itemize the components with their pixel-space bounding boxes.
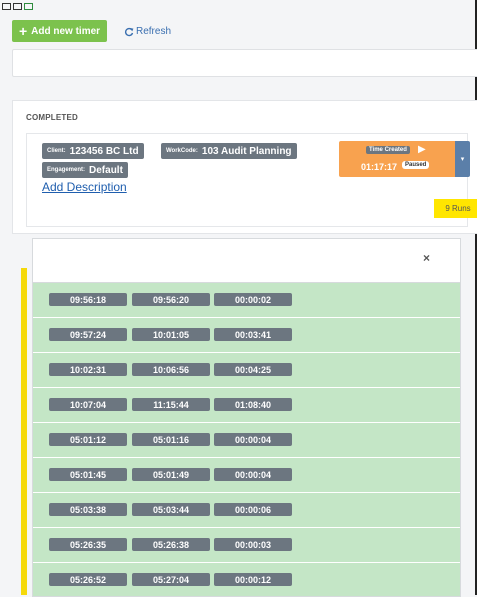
run-start-time: 05:26:52 [49,573,127,586]
run-start-time: 10:02:31 [49,363,127,376]
workcode-key: WorkCode: [166,148,198,154]
run-start-time: 09:56:18 [49,293,127,306]
run-duration: 00:00:12 [214,573,292,586]
timer-card: Client: 123456 BC Ltd WorkCode: 103 Audi… [26,133,477,227]
run-end-time: 05:27:04 [132,573,210,586]
run-duration: 00:00:02 [214,293,292,306]
run-start-time: 05:26:35 [49,538,127,551]
window-controls [2,3,33,10]
run-end-time: 05:26:38 [132,538,210,551]
run-start-time: 09:57:24 [49,328,127,341]
run-end-time: 10:01:05 [132,328,210,341]
run-start-time: 05:01:12 [49,433,127,446]
add-new-timer-button[interactable]: + Add new timer [12,20,107,42]
client-value: 123456 BC Ltd [69,145,139,157]
run-end-time: 11:15:44 [132,398,210,411]
refresh-link[interactable]: Refresh [124,26,171,37]
runs-panel-header: × [33,239,460,283]
run-duration: 00:03:41 [214,328,292,341]
runs-list: 09:56:18 09:56:20 00:00:02 09:57:24 10:01:05… [33,283,460,596]
run-duration: 00:00:04 [214,468,292,481]
run-start-time: 05:03:38 [49,503,127,516]
run-end-time: 10:06:56 [132,363,210,376]
run-row: 09:56:18 09:56:20 00:00:02 [33,283,460,318]
run-end-time: 09:56:20 [132,293,210,306]
window-control-maximize[interactable] [13,3,22,10]
add-description-link[interactable]: Add Description [42,180,127,194]
client-key: Client: [47,148,66,154]
elapsed-time: 01:17:17 [361,162,398,172]
time-created-label: Time Created [366,146,410,154]
run-end-time: 05:01:16 [132,433,210,446]
plus-icon: + [18,23,28,39]
window-control-minimize[interactable] [2,3,11,10]
section-title: COMPLETED [26,113,79,122]
run-row: 09:57:24 10:01:05 00:03:41 [33,318,460,353]
run-row: 05:26:35 05:26:38 00:00:03 [33,528,460,563]
workcode-tag: WorkCode: 103 Audit Planning [161,143,297,159]
engagement-key: Engagement: [47,167,86,173]
engagement-tag: Engagement: Default [42,162,128,178]
workcode-value: 103 Audit Planning [201,145,292,157]
run-duration: 00:04:25 [214,363,292,376]
run-row: 05:26:52 05:27:04 00:00:12 [33,563,460,596]
run-duration: 00:00:04 [214,433,292,446]
time-control-button[interactable]: Time Created ▶ 01:17:17 Paused [339,141,455,177]
run-row: 05:03:38 05:03:44 00:00:06 [33,493,460,528]
run-duration: 00:00:03 [214,538,292,551]
run-end-time: 05:01:49 [132,468,210,481]
run-row: 10:02:31 10:06:56 00:04:25 [33,353,460,388]
run-row: 05:01:12 05:01:16 00:00:04 [33,423,460,458]
window-control-restore[interactable] [24,3,33,10]
run-duration: 01:08:40 [214,398,292,411]
refresh-label: Refresh [136,26,172,37]
refresh-icon [124,27,134,36]
run-duration: 00:00:06 [214,503,292,516]
timer-options-dropdown[interactable]: ▾ [455,141,470,177]
runs-count-badge[interactable]: 9 Runs [434,199,477,218]
run-start-time: 10:07:04 [49,398,127,411]
close-icon[interactable]: × [423,251,430,265]
caret-down-icon: ▾ [460,156,465,163]
run-end-time: 05:03:44 [132,503,210,516]
accent-bar [21,268,27,595]
run-row: 05:01:45 05:01:49 00:00:04 [33,458,460,493]
client-tag: Client: 123456 BC Ltd [42,143,144,159]
play-icon: ▶ [418,144,426,155]
completed-panel: COMPLETED Client: 123456 BC Ltd WorkCode… [12,100,477,234]
filter-input[interactable] [12,49,477,77]
run-row: 10:07:04 11:15:44 01:08:40 [33,388,460,423]
run-start-time: 05:01:45 [49,468,127,481]
status-badge: Paused [402,161,430,169]
runs-panel: × 09:56:18 09:56:20 00:00:02 09:57:24 10:01:… [32,238,461,597]
add-new-timer-label: Add new timer [31,25,101,37]
engagement-value: Default [89,164,123,176]
